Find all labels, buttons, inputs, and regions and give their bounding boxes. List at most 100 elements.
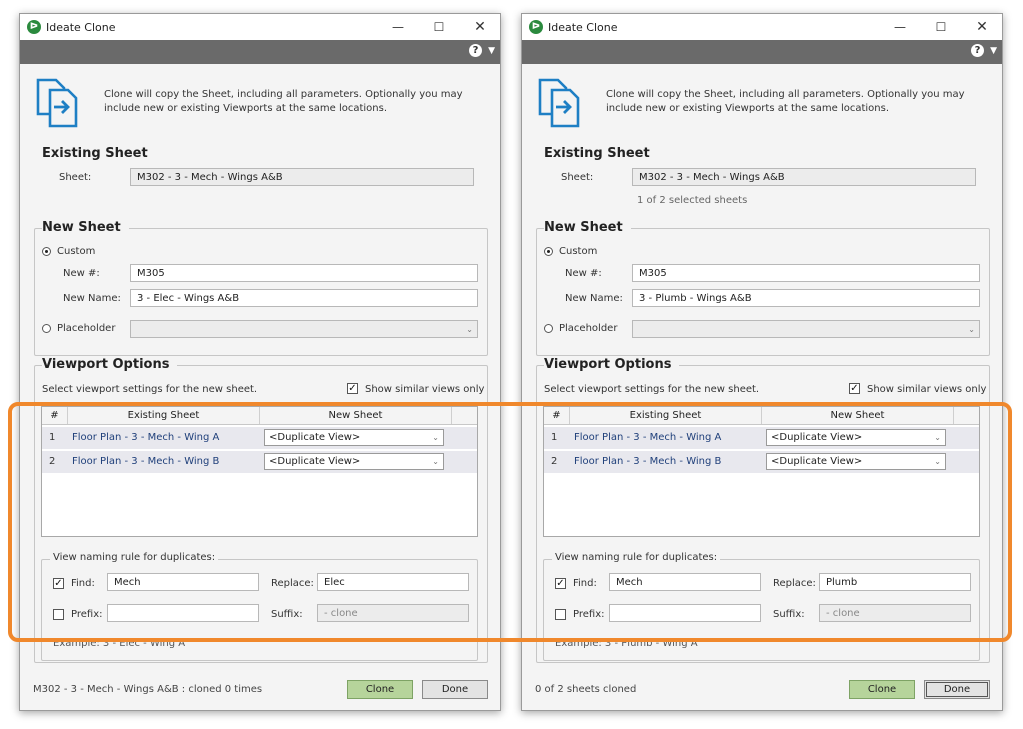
new-sheet-heading: New Sheet (544, 220, 631, 235)
row-number: 1 (49, 432, 56, 443)
clone-button[interactable]: Clone (849, 680, 915, 699)
find-input[interactable]: Mech (609, 573, 761, 591)
maximize-icon[interactable]: ☐ (929, 17, 953, 37)
find-label: Find: (573, 578, 597, 589)
prefix-input[interactable] (107, 604, 259, 622)
new-sheet-heading: New Sheet (42, 220, 129, 235)
intro-text: Clone will copy the Sheet, including all… (104, 89, 463, 114)
find-checkbox[interactable]: ✓ (53, 578, 64, 589)
help-icon[interactable]: ? (469, 44, 482, 57)
chevron-down-icon: ⌄ (968, 325, 975, 334)
table-row[interactable]: 1 Floor Plan - 3 - Mech - Wing A <Duplic… (42, 427, 477, 449)
status-text: M302 - 3 - Mech - Wings A&B : cloned 0 t… (33, 684, 263, 695)
replace-input[interactable]: Elec (317, 573, 469, 591)
find-input[interactable]: Mech (107, 573, 259, 591)
minimize-icon[interactable]: — (888, 17, 912, 37)
ideate-clone-window-left: ᐅ Ideate Clone — ☐ ✕ ? ▼ Clone will copy… (19, 13, 501, 711)
selection-note: 1 of 2 selected sheets (637, 195, 748, 206)
new-number-input[interactable]: M305 (130, 264, 478, 282)
custom-radio[interactable] (544, 247, 553, 256)
placeholder-dropdown: ⌄ (632, 320, 980, 338)
intro-text: Clone will copy the Sheet, including all… (606, 89, 965, 114)
done-button[interactable]: Done (924, 680, 990, 699)
prefix-input[interactable] (609, 604, 761, 622)
existing-view-name: Floor Plan - 3 - Mech - Wing A (574, 432, 722, 443)
row-number: 2 (49, 456, 56, 467)
done-button[interactable]: Done (422, 680, 488, 699)
new-number-input[interactable]: M305 (632, 264, 980, 282)
ideate-clone-window-right: ᐅ Ideate Clone — ☐ ✕ ? ▼ Clone will copy… (521, 13, 1003, 711)
placeholder-radio[interactable] (42, 324, 51, 333)
replace-input[interactable]: Plumb (819, 573, 971, 591)
col-num-header[interactable]: # (544, 407, 570, 424)
placeholder-radio[interactable] (544, 324, 553, 333)
table-row[interactable]: 2 Floor Plan - 3 - Mech - Wing B <Duplic… (42, 451, 477, 473)
help-dropdown-icon[interactable]: ▼ (990, 46, 997, 56)
chevron-down-icon: ⌄ (934, 433, 941, 442)
row-number: 2 (551, 456, 558, 467)
custom-radio[interactable] (42, 247, 51, 256)
status-text: 0 of 2 sheets cloned (535, 684, 637, 695)
placeholder-dropdown: ⌄ (130, 320, 478, 338)
col-existing-header[interactable]: Existing Sheet (68, 407, 260, 424)
new-name-input[interactable]: 3 - Plumb - Wings A&B (632, 289, 980, 307)
viewport-options-heading: Viewport Options (42, 357, 178, 372)
existing-sheet-field: M302 - 3 - Mech - Wings A&B (130, 168, 474, 186)
new-name-label: New Name: (565, 293, 623, 304)
help-bar: ? ▼ (522, 40, 1002, 64)
col-num-header[interactable]: # (42, 407, 68, 424)
suffix-input[interactable]: - clone (317, 604, 469, 622)
new-name-input[interactable]: 3 - Elec - Wings A&B (130, 289, 478, 307)
col-new-header[interactable]: New Sheet (260, 407, 452, 424)
title-bar[interactable]: ᐅ Ideate Clone — ☐ ✕ (20, 14, 500, 40)
grid-header: # Existing Sheet New Sheet (544, 407, 979, 425)
title-bar[interactable]: ᐅ Ideate Clone — ☐ ✕ (522, 14, 1002, 40)
help-icon[interactable]: ? (971, 44, 984, 57)
maximize-icon[interactable]: ☐ (427, 17, 451, 37)
clone-button[interactable]: Clone (347, 680, 413, 699)
suffix-label: Suffix: (271, 609, 303, 620)
new-view-dropdown[interactable]: <Duplicate View> ⌄ (766, 429, 946, 446)
naming-example: Example: 3 - Elec - Wing A (53, 638, 186, 649)
find-checkbox[interactable]: ✓ (555, 578, 566, 589)
suffix-label: Suffix: (773, 609, 805, 620)
prefix-label: Prefix: (573, 609, 605, 620)
placeholder-label: Placeholder (57, 323, 116, 334)
col-existing-header[interactable]: Existing Sheet (570, 407, 762, 424)
sheet-label: Sheet: (561, 172, 594, 183)
prefix-label: Prefix: (71, 609, 103, 620)
table-row[interactable]: 2 Floor Plan - 3 - Mech - Wing B <Duplic… (544, 451, 979, 473)
minimize-icon[interactable]: — (386, 17, 410, 37)
new-number-label: New #: (565, 268, 602, 279)
table-row[interactable]: 1 Floor Plan - 3 - Mech - Wing A <Duplic… (544, 427, 979, 449)
chevron-down-icon: ⌄ (466, 325, 473, 334)
prefix-checkbox[interactable] (53, 609, 64, 620)
dropdown-value: <Duplicate View> (269, 456, 361, 467)
clone-sheet-icon (538, 78, 580, 128)
new-view-dropdown[interactable]: <Duplicate View> ⌄ (264, 453, 444, 470)
show-similar-label: Show similar views only (867, 384, 987, 395)
viewport-instruction: Select viewport settings for the new she… (544, 384, 760, 395)
viewport-options-heading: Viewport Options (544, 357, 680, 372)
close-icon[interactable]: ✕ (970, 17, 994, 37)
close-icon[interactable]: ✕ (468, 17, 492, 37)
prefix-checkbox[interactable] (555, 609, 566, 620)
replace-label: Replace: (773, 578, 816, 589)
new-number-label: New #: (63, 268, 100, 279)
show-similar-checkbox[interactable]: ✓ (849, 383, 860, 394)
new-view-dropdown[interactable]: <Duplicate View> ⌄ (264, 429, 444, 446)
help-bar: ? ▼ (20, 40, 500, 64)
dropdown-value: <Duplicate View> (771, 432, 863, 443)
grid-header: # Existing Sheet New Sheet (42, 407, 477, 425)
suffix-input[interactable]: - clone (819, 604, 971, 622)
replace-label: Replace: (271, 578, 314, 589)
existing-view-name: Floor Plan - 3 - Mech - Wing A (72, 432, 220, 443)
window-title: Ideate Clone (548, 21, 618, 34)
new-view-dropdown[interactable]: <Duplicate View> ⌄ (766, 453, 946, 470)
show-similar-checkbox[interactable]: ✓ (347, 383, 358, 394)
ideate-app-icon: ᐅ (27, 20, 41, 34)
help-dropdown-icon[interactable]: ▼ (488, 46, 495, 56)
naming-rule-heading: View naming rule for duplicates: (50, 552, 219, 563)
viewport-grid: # Existing Sheet New Sheet 1 Floor Plan … (543, 406, 980, 537)
col-new-header[interactable]: New Sheet (762, 407, 954, 424)
